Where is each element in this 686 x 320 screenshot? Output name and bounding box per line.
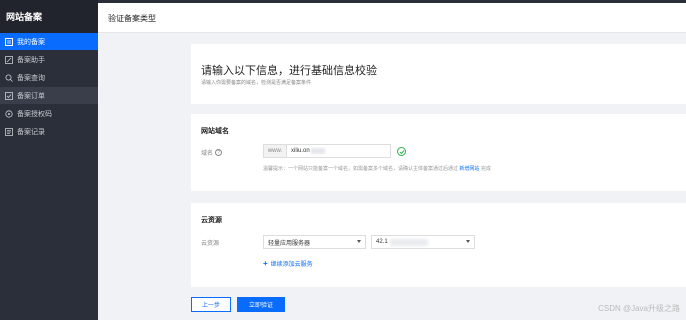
sidebar-item-my-filing[interactable]: 我的备案 — [0, 33, 98, 50]
domain-card: 网站域名 域名 ? www. xiliu.on 温馨提示：一个网站只能备案一个域… — [191, 114, 686, 191]
cloud-field-label: 云资源 — [201, 241, 220, 247]
sidebar-item-label: 备案助手 — [17, 56, 45, 64]
edit-icon — [5, 55, 13, 64]
chevron-down-icon — [357, 240, 361, 243]
verify-button[interactable]: 立即验证 — [237, 297, 285, 312]
sidebar-brand: 网站备案 — [0, 0, 98, 33]
sidebar-item-query[interactable]: 备案查询 — [0, 69, 98, 86]
prev-button[interactable]: 上一步 — [191, 297, 231, 312]
sidebar-item-records[interactable]: 备案记录 — [0, 123, 98, 140]
add-cloud-service-link[interactable]: + 继续添加云服务 — [263, 259, 313, 268]
cloud-resource-card: 云资源 云资源 轻量应用服务器 42.1 + 继续添加云服务 — [191, 203, 686, 287]
sidebar-item-label: 备案授权码 — [17, 110, 52, 118]
plus-icon: + — [263, 259, 268, 268]
sidebar: 网站备案 我的备案 备案助手 备案查询 备案订单 备案授权码 备案记录 — [0, 0, 98, 320]
domain-section-title: 网站域名 — [201, 128, 229, 135]
sidebar-item-auth-code[interactable]: 备案授权码 — [0, 105, 98, 122]
redacted-text — [310, 148, 325, 154]
domain-tip: 温馨提示：一个网站只能备案一个域名，如需备案多个域名，请确认主体备案通过后通过 … — [263, 166, 491, 172]
page-title: 验证备案类型 — [108, 14, 156, 23]
instance-select[interactable]: 42.1 — [371, 235, 475, 249]
search-icon — [5, 74, 13, 82]
sidebar-item-orders[interactable]: 备案订单 — [0, 87, 98, 104]
key-icon — [5, 109, 13, 118]
intro-subtext: 请输入你需要备案的域名，检测是否满足备案条件 — [201, 80, 312, 86]
chevron-down-icon — [466, 240, 470, 243]
sidebar-item-label: 备案订单 — [17, 92, 45, 100]
add-website-link[interactable]: 新增网站 — [459, 166, 479, 172]
domain-value: xiliu.on — [291, 148, 310, 154]
domain-prefix: www. — [263, 144, 287, 158]
intro-card: 请输入以下信息，进行基础信息校验 请输入你需要备案的域名，检测是否满足备案条件 — [191, 44, 686, 104]
domain-field-label: 域名 ? — [201, 148, 223, 157]
order-icon — [5, 91, 13, 100]
list-icon — [5, 37, 13, 46]
page-header: 验证备案类型 — [98, 3, 686, 33]
cloud-section-title: 云资源 — [201, 217, 222, 224]
watermark: CSDN @Java升级之路 — [598, 304, 680, 313]
server-type-select[interactable]: 轻量应用服务器 — [263, 235, 366, 249]
sidebar-item-label: 备案查询 — [17, 74, 45, 82]
sidebar-item-label: 备案记录 — [17, 128, 45, 136]
redacted-text — [389, 238, 428, 246]
record-icon — [5, 127, 13, 136]
sidebar-item-label: 我的备案 — [17, 38, 45, 46]
help-icon[interactable]: ? — [215, 149, 223, 156]
intro-heading: 请输入以下信息，进行基础信息校验 — [201, 65, 377, 77]
domain-input[interactable]: xiliu.on — [287, 144, 391, 158]
check-icon — [397, 147, 406, 156]
sidebar-item-assistant[interactable]: 备案助手 — [0, 51, 98, 68]
